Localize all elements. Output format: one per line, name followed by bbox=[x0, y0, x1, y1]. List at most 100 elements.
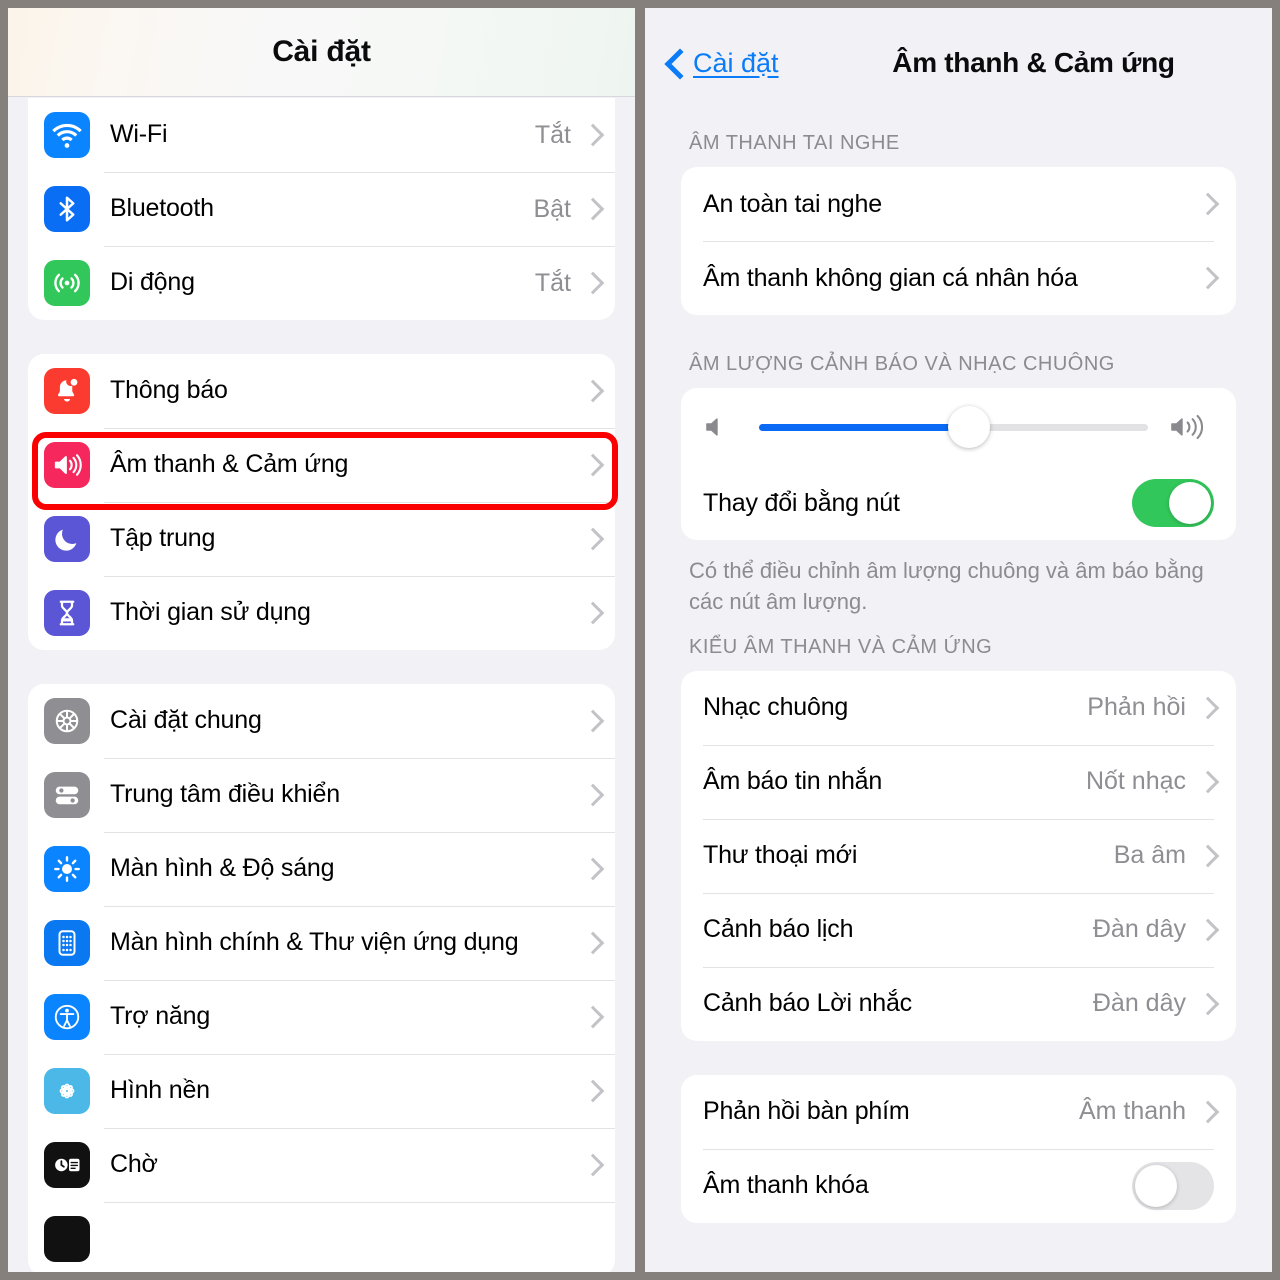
sidebar-item-label: Màn hình chính & Thư viện ứng dụng bbox=[110, 928, 519, 957]
row-keyboard-feedback[interactable]: Phản hồi bàn phím Âm thanh bbox=[681, 1075, 1236, 1149]
chevron-right-icon bbox=[585, 1153, 599, 1177]
sidebar-item-label: Chờ bbox=[110, 1150, 158, 1179]
sidebar-item-focus[interactable]: Tập trung bbox=[28, 502, 615, 576]
chevron-right-icon bbox=[1200, 192, 1214, 216]
left-panel-header: Cài đặt bbox=[8, 8, 635, 97]
change-with-buttons-toggle[interactable] bbox=[1132, 479, 1214, 527]
row-value: Nốt nhạc bbox=[1085, 767, 1186, 796]
speaker-high-icon bbox=[1170, 412, 1214, 442]
row-label: Âm thanh khóa bbox=[703, 1171, 869, 1200]
wallpaper-icon bbox=[44, 1068, 90, 1114]
sidebar-item-label: Di động bbox=[110, 268, 195, 297]
lock-sound-toggle[interactable] bbox=[1132, 1161, 1214, 1210]
settings-group-ringer-volume: Thay đổi bằng nút bbox=[681, 388, 1236, 540]
bluetooth-icon bbox=[44, 186, 90, 232]
chevron-right-icon bbox=[585, 783, 599, 807]
row-label: Âm thanh không gian cá nhân hóa bbox=[703, 263, 1078, 292]
settings-group-alerts: Thông báo Âm thanh & Cảm ứng Tập trung T… bbox=[28, 354, 615, 650]
sidebar-item-label: Tập trung bbox=[110, 524, 216, 553]
sidebar-item-label: Hình nền bbox=[110, 1076, 210, 1105]
app-grid-icon bbox=[44, 920, 90, 966]
sidebar-item-accessibility[interactable]: Trợ năng bbox=[28, 980, 615, 1054]
chevron-right-icon bbox=[585, 601, 599, 625]
sidebar-item-standby[interactable]: Chờ bbox=[28, 1128, 615, 1202]
sidebar-item-label: Thông báo bbox=[110, 376, 228, 405]
sounds-scroll-area[interactable]: ÂM THANH TAI NGHE An toàn tai nghe Âm th… bbox=[645, 118, 1272, 1272]
chevron-right-icon bbox=[585, 527, 599, 551]
sidebar-item-cellular[interactable]: Di động Tắt bbox=[28, 246, 615, 320]
row-ringtone[interactable]: Nhạc chuông Phản hồi bbox=[681, 671, 1236, 745]
row-value: Âm thanh bbox=[1078, 1097, 1186, 1126]
row-value: Phản hồi bbox=[1087, 693, 1186, 722]
settings-group-tones: Nhạc chuông Phản hồi Âm báo tin nhắn Nốt… bbox=[681, 670, 1236, 1041]
row-label: Thư thoại mới bbox=[703, 841, 858, 870]
settings-group-system: Cài đặt chung Trung tâm điều khiển Màn h… bbox=[28, 684, 615, 1272]
row-ringer-volume[interactable] bbox=[681, 388, 1236, 466]
sidebar-item-label: Trợ năng bbox=[110, 1002, 211, 1031]
settings-group-connectivity: Wi-Fi Tắt Bluetooth Bật Di động Tắt bbox=[28, 98, 615, 320]
row-label: An toàn tai nghe bbox=[703, 189, 882, 218]
row-personalized-spatial-audio[interactable]: Âm thanh không gian cá nhân hóa bbox=[681, 241, 1236, 315]
row-label: Cảnh báo lịch bbox=[703, 915, 854, 944]
footnote-ringer-volume: Có thể điều chỉnh âm lượng chuông và âm … bbox=[689, 558, 1204, 614]
chevron-right-icon bbox=[1200, 1100, 1214, 1124]
chevron-right-icon bbox=[585, 271, 599, 295]
chevron-right-icon bbox=[585, 453, 599, 477]
chevron-right-icon bbox=[585, 857, 599, 881]
sidebar-item-display-brightness[interactable]: Màn hình & Độ sáng bbox=[28, 832, 615, 906]
row-headphone-safety[interactable]: An toàn tai nghe bbox=[681, 167, 1236, 241]
row-lock-sound[interactable]: Âm thanh khóa bbox=[681, 1148, 1236, 1223]
chevron-right-icon bbox=[1200, 770, 1214, 794]
sidebar-item-sounds-haptics[interactable]: Âm thanh & Cảm ứng bbox=[28, 428, 615, 502]
sidebar-item-home-screen-app-library[interactable]: Màn hình chính & Thư viện ứng dụng bbox=[28, 906, 615, 980]
partial-icon bbox=[44, 1216, 90, 1262]
volume-slider-fill bbox=[759, 423, 970, 431]
row-label: Cảnh báo Lời nhắc bbox=[703, 989, 912, 1018]
sidebar-item-screen-time[interactable]: Thời gian sử dụng bbox=[28, 576, 615, 650]
row-label: Thay đổi bằng nút bbox=[703, 488, 900, 517]
row-change-with-buttons[interactable]: Thay đổi bằng nút bbox=[681, 466, 1236, 540]
sidebar-item-wifi[interactable]: Wi-Fi Tắt bbox=[28, 98, 615, 172]
toggle-knob bbox=[1135, 1164, 1177, 1207]
chevron-right-icon bbox=[1200, 844, 1214, 868]
sidebar-item-label: Cài đặt chung bbox=[110, 706, 262, 735]
chevron-right-icon bbox=[585, 931, 599, 955]
chevron-right-icon bbox=[585, 379, 599, 403]
volume-slider-track[interactable] bbox=[759, 406, 1148, 448]
row-value: Ba âm bbox=[1113, 841, 1186, 870]
chevron-right-icon bbox=[1200, 992, 1214, 1016]
back-button-label: Cài đặt bbox=[693, 47, 779, 78]
chevron-right-icon bbox=[585, 197, 599, 221]
settings-scroll-area[interactable]: Wi-Fi Tắt Bluetooth Bật Di động Tắt Thôn… bbox=[8, 98, 635, 1272]
cellular-icon bbox=[44, 260, 90, 306]
volume-slider-knob[interactable] bbox=[948, 406, 991, 448]
sidebar-item-bluetooth[interactable]: Bluetooth Bật bbox=[28, 172, 615, 246]
row-text-tone[interactable]: Âm báo tin nhắn Nốt nhạc bbox=[681, 744, 1236, 819]
sidebar-item-wallpaper[interactable]: Hình nền bbox=[28, 1054, 615, 1128]
section-header-ringer-volume: ÂM LƯỢNG CẢNH BÁO VÀ NHẠC CHUÔNG bbox=[689, 353, 1115, 375]
sidebar-item-partial-next[interactable] bbox=[28, 1202, 615, 1272]
sidebar-item-label: Trung tâm điều khiển bbox=[110, 780, 340, 809]
bell-icon bbox=[44, 368, 90, 414]
sidebar-item-general[interactable]: Cài đặt chung bbox=[28, 684, 615, 758]
settings-group-headphone-audio: An toàn tai nghe Âm thanh không gian cá … bbox=[681, 167, 1236, 315]
sidebar-item-label: Màn hình & Độ sáng bbox=[110, 854, 335, 883]
row-reminder-alerts[interactable]: Cảnh báo Lời nhắc Đàn dây bbox=[681, 966, 1236, 1041]
sidebar-item-value: Bật bbox=[533, 194, 571, 223]
chevron-left-icon bbox=[665, 48, 683, 78]
row-calendar-alerts[interactable]: Cảnh báo lịch Đàn dây bbox=[681, 892, 1236, 967]
right-panel-header: Cài đặt Âm thanh & Cảm ứng bbox=[645, 8, 1272, 118]
speaker-low-icon bbox=[703, 412, 737, 442]
row-value: Đàn dây bbox=[1092, 915, 1186, 944]
gear-icon bbox=[44, 698, 90, 744]
sidebar-item-control-center[interactable]: Trung tâm điều khiển bbox=[28, 758, 615, 832]
row-new-voicemail[interactable]: Thư thoại mới Ba âm bbox=[681, 818, 1236, 893]
sidebar-item-notifications[interactable]: Thông báo bbox=[28, 354, 615, 428]
settings-list-panel: Cài đặt Wi-Fi Tắt Bluetooth Bật Di động … bbox=[8, 8, 635, 1272]
hourglass-icon bbox=[44, 590, 90, 636]
back-button[interactable]: Cài đặt bbox=[665, 48, 779, 79]
